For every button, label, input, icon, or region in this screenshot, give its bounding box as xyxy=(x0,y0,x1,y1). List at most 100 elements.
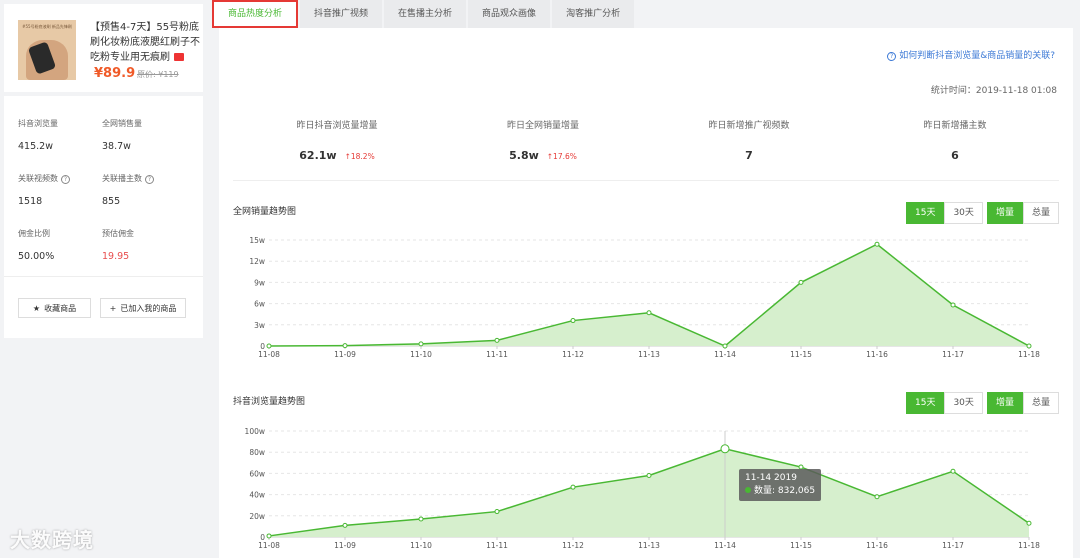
y-tick-label: 3w xyxy=(254,321,265,330)
x-tick-label: 11-13 xyxy=(638,350,660,359)
data-point xyxy=(418,516,424,522)
tab-audience-profile[interactable]: 商品观众画像 xyxy=(468,0,551,28)
data-point xyxy=(722,343,728,349)
tab-promo-videos[interactable]: 抖音推广视频 xyxy=(300,0,383,28)
x-tick-label: 11-15 xyxy=(790,541,812,550)
x-tick-label: 11-11 xyxy=(486,350,508,359)
kpi-views-increase: 昨日抖音浏览量增量 62.1w ↑18.2% xyxy=(296,121,378,162)
data-point xyxy=(266,533,272,539)
x-tick-label: 11-10 xyxy=(410,350,432,359)
x-tick-label: 11-13 xyxy=(638,541,660,550)
sidebar: #55号粉底液刷 新品先锋刷 【预售4-7天】55号粉底刷化妆粉底液腮红刷子不吃… xyxy=(4,4,203,338)
series-area xyxy=(269,244,1029,346)
x-tick-label: 11-16 xyxy=(866,541,888,550)
divider xyxy=(4,276,203,277)
x-tick-label: 11-08 xyxy=(258,350,280,359)
stat-anchors: 关联播主数? 855 xyxy=(102,173,154,207)
views-trend-chart[interactable]: 020w40w60w80w100w11-08 11-09 11-10 11-11 11-… xyxy=(219,424,1073,558)
product-card[interactable]: #55号粉底液刷 新品先锋刷 【预售4-7天】55号粉底刷化妆粉底液腮红刷子不吃… xyxy=(4,4,203,92)
divider xyxy=(233,180,1059,181)
x-tick-label: 11-18 xyxy=(1018,350,1040,359)
watermark-logo: 大数跨境 xyxy=(10,528,94,552)
kpi-sales-increase: 昨日全网销量增量 5.8w ↑17.6% xyxy=(506,121,579,162)
x-tick-label: 11-09 xyxy=(334,541,356,550)
series-area xyxy=(269,448,1029,537)
stat-time: 统计时间：2019-11-18 01:08 xyxy=(930,86,1057,96)
x-tick-label: 11-12 xyxy=(562,541,584,550)
range-30d-button[interactable]: 30天 xyxy=(944,202,983,224)
views-range-toggle: 15天 30天 xyxy=(906,392,983,414)
question-icon: ? xyxy=(887,52,897,61)
mode-increment-button[interactable]: 增量 xyxy=(987,202,1024,224)
product-price: ¥89.9 xyxy=(94,66,136,81)
data-point xyxy=(1026,520,1032,526)
y-tick-label: 100w xyxy=(245,427,265,436)
added-to-my-products-button[interactable]: + 已加入我的商品 xyxy=(100,298,186,318)
stat-videos: 关联视频数? 1518 xyxy=(18,173,70,207)
data-point xyxy=(418,341,424,347)
y-tick-label: 6w xyxy=(254,300,265,309)
data-point xyxy=(646,310,652,316)
y-tick-label: 15w xyxy=(249,236,265,245)
tab-anchor-analysis[interactable]: 在售播主分析 xyxy=(384,0,467,28)
chart-tooltip: 11-14 2019 数量: 832,065 xyxy=(739,469,822,501)
data-point xyxy=(570,484,576,490)
help-link[interactable]: ? 如何判断抖音浏览量&商品销量的关联? xyxy=(887,48,1055,61)
x-tick-label: 11-14 xyxy=(714,541,736,550)
original-price: 原价: ¥119 xyxy=(137,70,179,79)
main-panel: ? 如何判断抖音浏览量&商品销量的关联? 统计时间：2019-11-18 01:0… xyxy=(219,28,1073,558)
help-icon[interactable]: ? xyxy=(145,175,154,184)
y-tick-label: 9w xyxy=(254,278,265,287)
y-tick-label: 60w xyxy=(249,469,265,478)
sales-trend-chart: 03w6w9w12w15w11-08 11-09 11-10 11-11 11-12 11… xyxy=(249,236,1040,359)
mode-total-button[interactable]: 总量 xyxy=(1023,392,1060,414)
x-tick-label: 11-18 xyxy=(1018,541,1040,550)
data-point xyxy=(720,444,730,454)
x-tick-label: 11-17 xyxy=(942,350,964,359)
data-point xyxy=(798,279,804,285)
stat-sales: 全网销售量 38.7w xyxy=(102,119,142,152)
stat-commission-ratio: 佣金比例 50.00% xyxy=(18,229,55,262)
range-15d-button[interactable]: 15天 xyxy=(906,202,945,224)
x-tick-label: 11-09 xyxy=(334,350,356,359)
tab-heat-analysis[interactable]: 商品热度分析 xyxy=(212,0,299,28)
help-icon[interactable]: ? xyxy=(61,175,70,184)
x-tick-label: 11-17 xyxy=(942,541,964,550)
kpi-new-videos: 昨日新增推广视频数 7 xyxy=(708,121,790,162)
stat-views: 抖音浏览量 415.2w xyxy=(18,119,58,152)
y-tick-label: 12w xyxy=(249,257,265,266)
product-title[interactable]: 【预售4-7天】55号粉底刷化妆粉底液腮红刷子不吃粉专业用无痕刷 xyxy=(90,20,200,65)
views-chart-title: 抖音浏览量趋势图 xyxy=(233,397,306,407)
x-tick-label: 11-11 xyxy=(486,541,508,550)
data-point xyxy=(266,343,272,349)
thumbnail-caption: #55号粉底液刷 新品先锋刷 xyxy=(22,24,72,29)
sales-range-toggle: 15天 30天 xyxy=(906,202,983,224)
mode-increment-button[interactable]: 增量 xyxy=(987,392,1024,414)
data-point xyxy=(342,343,348,349)
data-point xyxy=(570,318,576,324)
favorite-button[interactable]: ★ 收藏商品 xyxy=(18,298,91,318)
mode-total-button[interactable]: 总量 xyxy=(1023,202,1060,224)
y-tick-label: 20w xyxy=(249,512,265,521)
data-point xyxy=(494,509,500,515)
product-stats: 抖音浏览量 415.2w 全网销售量 38.7w 关联视频数? 1518 关联播… xyxy=(4,96,203,338)
product-thumbnail[interactable]: #55号粉底液刷 新品先锋刷 xyxy=(18,20,76,80)
x-tick-label: 11-08 xyxy=(258,541,280,550)
data-point xyxy=(874,494,880,500)
x-tick-label: 11-14 xyxy=(714,350,736,359)
views-mode-toggle: 增量 总量 xyxy=(987,392,1060,414)
range-30d-button[interactable]: 30天 xyxy=(944,392,983,414)
y-tick-label: 40w xyxy=(249,491,265,500)
data-point xyxy=(342,522,348,528)
plus-icon: + xyxy=(109,303,117,313)
sales-mode-toggle: 增量 总量 xyxy=(987,202,1060,224)
data-point xyxy=(950,302,956,308)
sales-chart-title: 全网销量趋势图 xyxy=(233,207,297,217)
data-point xyxy=(874,241,880,247)
tab-taoke-analysis[interactable]: 淘客推广分析 xyxy=(552,0,635,28)
kpi-new-anchors: 昨日新增播主数 6 xyxy=(923,121,987,162)
x-tick-label: 11-10 xyxy=(410,541,432,550)
range-15d-button[interactable]: 15天 xyxy=(906,392,945,414)
star-icon: ★ xyxy=(32,303,41,313)
x-tick-label: 11-16 xyxy=(866,350,888,359)
